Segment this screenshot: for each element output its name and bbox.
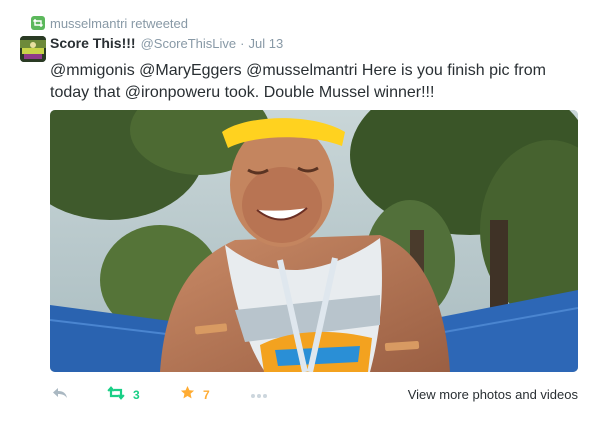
ellipsis-icon [250,386,268,404]
retweet-context: musselmantri retweeted [31,12,188,34]
favorite-count: 7 [203,388,210,402]
tweet-photo[interactable] [50,110,578,372]
tweet-text: @mmigonis @MaryEggers @musselmantri Here… [50,62,546,101]
avatar[interactable] [20,36,46,62]
retweet-count: 3 [133,388,140,402]
reply-icon [52,386,68,405]
tweet-header: Score This!!! @ScoreThisLive · Jul 13 [50,35,283,55]
finish-photo-illustration [50,110,578,372]
tweet-timestamp[interactable]: Jul 13 [249,36,284,51]
retweet-icon [107,385,125,405]
star-icon [180,385,195,405]
reply-button[interactable] [52,381,68,409]
author-fullname[interactable]: Score This!!! [50,35,136,51]
retweet-context-icon [31,16,45,30]
tweet-actions: 3 7 View more photos and videos [50,381,580,409]
retweet-button[interactable]: 3 [107,381,140,409]
tweet-card: musselmantri retweeted Score This!!! @Sc… [0,0,597,425]
retweet-context-text[interactable]: musselmantri retweeted [50,16,188,31]
more-button[interactable] [250,381,268,409]
header-separator: · [240,36,245,51]
author-username[interactable]: @ScoreThisLive [141,36,237,51]
favorite-button[interactable]: 7 [180,381,210,409]
view-more-photos-link[interactable]: View more photos and videos [408,387,578,402]
